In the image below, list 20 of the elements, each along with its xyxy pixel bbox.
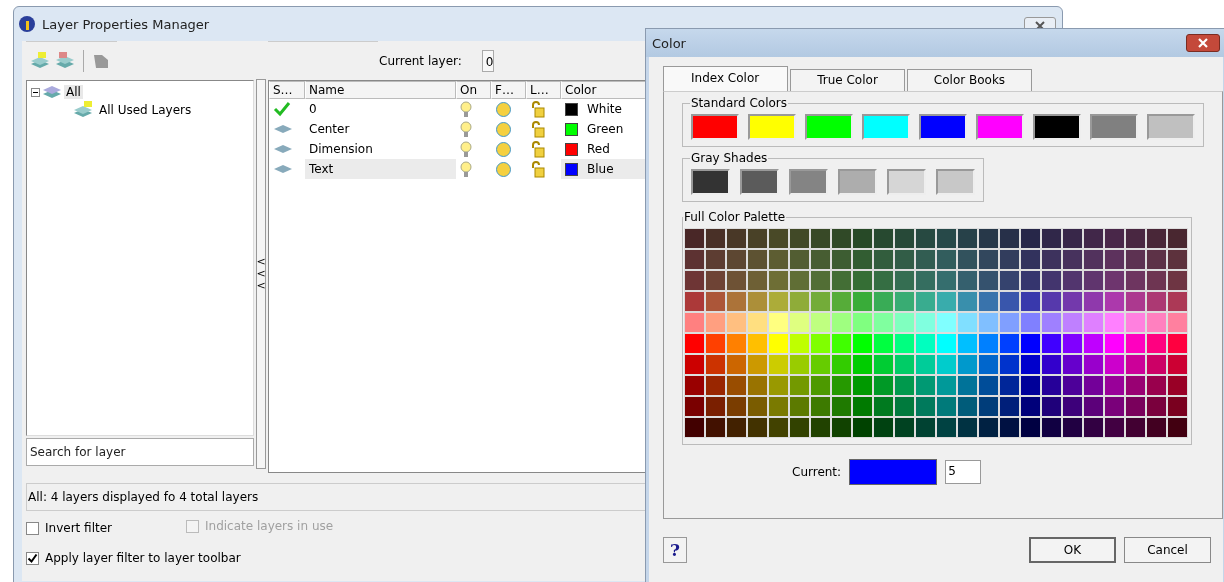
color-name: White — [587, 102, 622, 116]
layer-name: Dimension — [308, 141, 374, 158]
color-name: Red — [587, 142, 610, 156]
group-title: Standard Colors — [690, 96, 788, 110]
current-layer-field: 0 — [481, 50, 495, 72]
color-name: Green — [587, 122, 624, 136]
window-title: Layer Properties Manager — [42, 16, 210, 32]
current-layer-label: Current layer: — [379, 54, 462, 68]
status-text: All: 4 layers displayed fo 4 total layers — [28, 490, 259, 504]
group-title: Full Color Palette — [683, 210, 787, 224]
checkbox-label: Invert filter — [45, 521, 112, 535]
current-label: Current: — [792, 465, 842, 479]
layer-name: Center — [308, 121, 351, 138]
layer-name: 0 — [308, 101, 318, 118]
checkbox-label: Indicate layers in use — [205, 519, 334, 533]
layer-name: Text — [305, 159, 456, 179]
group-title: Gray Shades — [690, 151, 769, 165]
checkbox-label: Apply layer filter to layer toolbar — [45, 551, 241, 565]
dialog-title: Color — [652, 35, 686, 51]
color-name: Blue — [587, 162, 614, 176]
